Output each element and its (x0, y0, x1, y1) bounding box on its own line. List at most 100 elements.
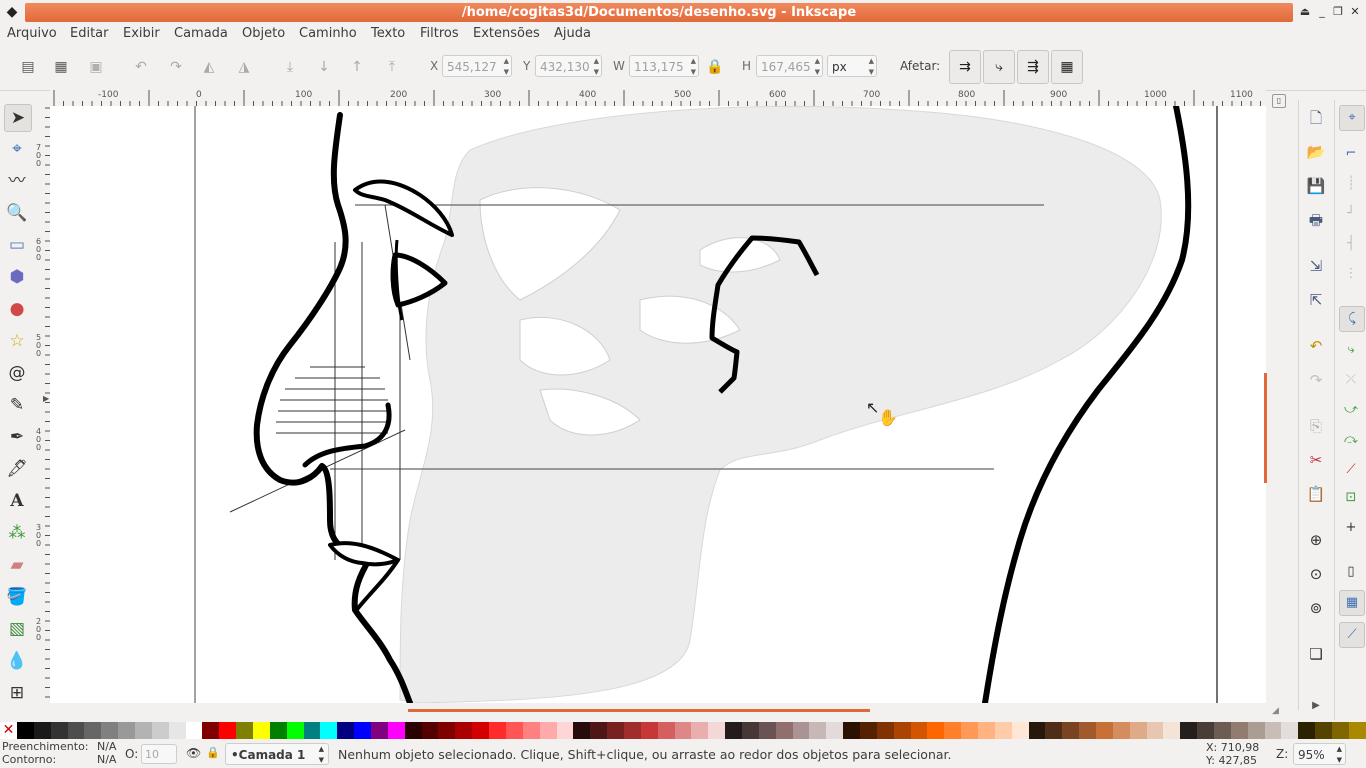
color-swatch[interactable] (758, 722, 776, 739)
rectangle-tool-icon[interactable]: ▭ (4, 232, 30, 258)
deselect-icon[interactable]: ▣ (84, 55, 108, 79)
layer-lock-icon[interactable]: 🔒 (206, 746, 220, 759)
color-swatch[interactable] (792, 722, 810, 739)
layer-select[interactable]: •Camada 1 ▲ ▼ (225, 743, 329, 765)
star-tool-icon[interactable]: ☆ (4, 328, 30, 354)
spin-arrows-icon[interactable]: ▲ ▼ (504, 56, 509, 78)
tweak-tool-icon[interactable]: 〰 (4, 168, 30, 194)
spin-arrows-icon[interactable]: ▲ ▼ (815, 56, 820, 78)
color-swatch[interactable] (151, 722, 169, 739)
snap-bbox-midpoint-icon[interactable]: ┤ (1339, 232, 1363, 256)
color-swatch[interactable] (337, 722, 355, 739)
color-swatch[interactable] (168, 722, 186, 739)
cut-icon[interactable]: ✂ (1304, 448, 1328, 472)
color-swatch[interactable] (539, 722, 557, 739)
move-patterns-button[interactable]: ▦ (1051, 50, 1083, 84)
snap-bbox-edge-icon[interactable]: ┊ (1339, 172, 1363, 196)
color-swatch[interactable] (573, 722, 591, 739)
color-swatch[interactable] (354, 722, 372, 739)
import-icon[interactable]: ⇲ (1304, 254, 1328, 278)
color-swatch[interactable] (674, 722, 692, 739)
color-swatch[interactable] (50, 722, 68, 739)
gradient-tool-icon[interactable]: ▧ (4, 616, 30, 642)
color-swatch[interactable] (1163, 722, 1181, 739)
color-swatch[interactable] (1298, 722, 1316, 739)
node-tool-icon[interactable]: ⌖ (4, 136, 30, 162)
color-swatch[interactable] (910, 722, 928, 739)
menu-filtros[interactable]: Filtros (420, 26, 459, 41)
color-swatch[interactable] (1230, 722, 1248, 739)
horizontal-scrollbar[interactable] (408, 709, 870, 712)
color-swatch[interactable] (775, 722, 793, 739)
select-all-layers-icon[interactable]: ▦ (49, 55, 73, 79)
text-tool-icon[interactable]: A (4, 488, 30, 514)
undo-icon[interactable]: ↶ (1304, 334, 1328, 358)
snap-midpoints-icon[interactable]: ⟋ (1339, 458, 1363, 482)
color-swatch[interactable] (590, 722, 608, 739)
menu-exibir[interactable]: Exibir (123, 26, 160, 41)
ellipse-tool-icon[interactable]: ● (4, 296, 30, 322)
color-swatch[interactable] (708, 722, 726, 739)
dropper-tool-icon[interactable]: 💧 (4, 648, 30, 674)
zoom-input[interactable]: 95% ▲ ▼ (1293, 743, 1346, 765)
y-input[interactable]: 432,130 ▲ ▼ (535, 55, 602, 77)
color-swatch[interactable] (33, 722, 51, 739)
color-swatch[interactable] (1332, 722, 1349, 739)
close-button[interactable]: ✕ (1347, 4, 1363, 20)
connector-tool-icon[interactable]: ⊞ (4, 680, 30, 706)
w-input[interactable]: 113,175 ▲ ▼ (629, 55, 699, 77)
color-swatch[interactable] (927, 722, 945, 739)
color-swatch[interactable] (741, 722, 759, 739)
spray-tool-icon[interactable]: ⁂ (4, 520, 30, 546)
pen-tool-icon[interactable]: ✒ (4, 424, 30, 450)
color-swatch[interactable] (135, 722, 152, 739)
color-swatch[interactable] (387, 722, 405, 739)
spiral-tool-icon[interactable]: @ (4, 360, 30, 386)
spin-arrows-icon[interactable]: ▲ ▼ (594, 56, 599, 78)
raise-to-top-icon[interactable]: ⤒ (380, 55, 404, 79)
opacity-input[interactable]: 10 (141, 744, 177, 764)
snap-bbox-icon[interactable]: ⌐ (1339, 142, 1363, 166)
snap-grid-icon[interactable]: ▦ (1339, 590, 1365, 616)
3d-box-tool-icon[interactable]: ⬢ (4, 264, 30, 290)
no-paint-swatch[interactable]: ✕ (0, 722, 17, 739)
menu-ajuda[interactable]: Ajuda (554, 26, 591, 41)
selector-tool-icon[interactable]: ➤ (4, 104, 32, 132)
scale-corners-button[interactable]: ⤷ (983, 50, 1015, 84)
menu-extensoes[interactable]: Extensões (473, 26, 540, 41)
redo-icon[interactable]: ↷ (1304, 368, 1328, 392)
color-swatch[interactable] (809, 722, 827, 739)
color-swatch[interactable] (67, 722, 85, 739)
color-swatch[interactable] (522, 722, 540, 739)
color-swatch[interactable] (455, 722, 473, 739)
snap-paths-icon[interactable]: ⤷ (1339, 338, 1363, 362)
color-swatch[interactable] (1180, 722, 1198, 739)
menu-caminho[interactable]: Caminho (299, 26, 357, 41)
color-swatch[interactable] (1112, 722, 1130, 739)
color-swatch[interactable] (371, 722, 388, 739)
color-swatch[interactable] (489, 722, 506, 739)
snap-cusp-nodes-icon[interactable]: ⤻ (1339, 398, 1363, 422)
color-swatch[interactable] (303, 722, 321, 739)
stroke-value[interactable]: N/A (97, 753, 116, 766)
calligraphy-tool-icon[interactable]: 🖋 (4, 456, 30, 482)
color-swatch[interactable] (944, 722, 962, 739)
color-swatch[interactable] (101, 722, 119, 739)
minimize-button[interactable]: _ (1314, 4, 1330, 20)
color-swatch[interactable] (640, 722, 658, 739)
unit-select[interactable]: px ▲ ▼ (827, 55, 877, 77)
lock-icon[interactable]: 🔒 (703, 55, 727, 79)
raise-icon[interactable]: ↑ (345, 55, 369, 79)
snap-rotation-center-icon[interactable]: + (1339, 516, 1363, 540)
drawing-canvas[interactable]: ↖ ✋ (50, 106, 1266, 703)
select-all-icon[interactable]: ▤ (16, 55, 40, 79)
color-swatch[interactable] (657, 722, 675, 739)
color-swatch[interactable] (725, 722, 742, 739)
color-swatch[interactable] (17, 722, 34, 739)
open-icon[interactable]: 📂 (1304, 140, 1328, 164)
color-swatch[interactable] (1045, 722, 1063, 739)
color-swatch[interactable] (1079, 722, 1096, 739)
color-swatch[interactable] (876, 722, 894, 739)
color-swatch[interactable] (607, 722, 624, 739)
color-swatch[interactable] (1247, 722, 1265, 739)
